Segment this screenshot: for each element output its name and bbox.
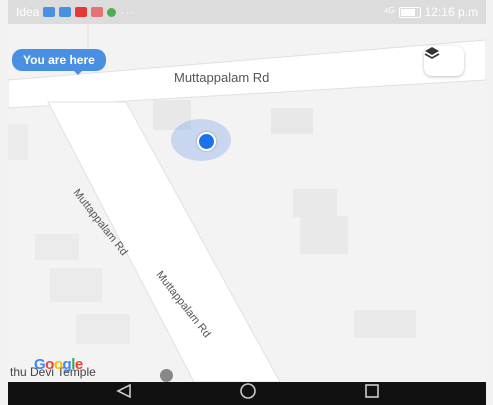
you-are-here-callout[interactable]: You are here [12,49,106,75]
back-triangle-icon[interactable] [115,383,133,404]
building-block [293,189,337,217]
home-circle-icon[interactable] [239,382,257,405]
road-label-top: Muttappalam Rd [174,70,270,85]
status-bar: Idea ··· ⁴ᴳ 12:16 p.m [8,0,486,24]
navigation-bar [8,382,486,405]
building-block [35,234,79,260]
more-notifications-icon: ··· [120,5,136,19]
notification-icon-3 [75,7,88,17]
building-block [76,314,130,344]
google-logo-letter: G [34,356,46,373]
google-logo-letter: o [53,356,63,373]
building-block [300,216,348,254]
phone-screen: Idea ··· ⁴ᴳ 12:16 p.m You are here Mutta… [0,0,493,405]
status-right: ⁴ᴳ 12:16 p.m [384,5,478,19]
notification-icon-1 [43,7,56,17]
google-logo-letter: o [45,356,54,373]
carrier-name: Idea [16,5,40,19]
building-block [8,124,28,160]
building-block [271,108,313,134]
layers-icon [424,47,440,59]
current-location-dot[interactable] [197,132,216,151]
google-logo-letter: e [74,356,83,373]
notification-icon-4 [91,7,104,17]
google-logo: Google [34,356,83,373]
place-marker-icon[interactable] [160,369,173,382]
google-logo-letter: g [62,356,72,373]
recents-square-icon[interactable] [364,383,380,404]
signal-icon: ⁴ᴳ [383,5,395,19]
status-left: Idea ··· [16,5,135,19]
status-time: 12:16 p.m [424,5,478,19]
building-block [354,310,416,338]
notification-icon-2 [59,7,72,17]
battery-icon [398,6,421,18]
notification-icon-5 [107,7,117,17]
building-block [50,268,102,302]
layers-button[interactable] [424,46,464,76]
map-view[interactable]: You are here Muttappalam Rd Muttappalam … [8,24,486,382]
